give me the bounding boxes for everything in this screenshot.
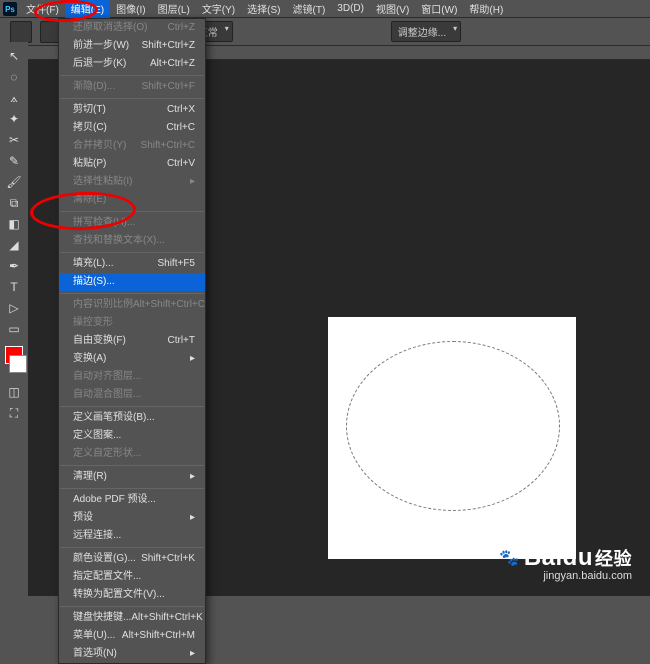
quickmask-icon[interactable]: ◫ <box>3 382 25 402</box>
refine-edge-button[interactable]: 调整边缘... <box>391 21 461 42</box>
menu-item: 清除(E) <box>59 191 205 209</box>
menu-layer[interactable]: 图层(L) <box>152 0 196 18</box>
lasso-tool-icon[interactable]: ⟑ <box>3 88 25 108</box>
marquee-tool-icon[interactable]: ◌ <box>3 67 25 87</box>
type-tool-icon[interactable]: T <box>3 277 25 297</box>
stamp-tool-icon[interactable]: ⧉ <box>3 193 25 213</box>
eyedropper-tool-icon[interactable]: ✎ <box>3 151 25 171</box>
shape-tool-icon[interactable]: ▭ <box>3 319 25 339</box>
watermark-jy: 经验 <box>595 549 632 569</box>
canvas[interactable] <box>328 317 576 559</box>
menu-item[interactable]: 自由变换(F)Ctrl+T <box>59 332 205 350</box>
menu-image[interactable]: 图像(I) <box>110 0 151 18</box>
menu-item[interactable]: 描边(S)... <box>59 273 205 291</box>
menu-item[interactable]: 预设▸ <box>59 509 205 527</box>
menu-item[interactable]: 菜单(U)...Alt+Shift+Ctrl+M <box>59 627 205 645</box>
elliptical-selection <box>346 341 560 511</box>
menu-file[interactable]: 文件(F) <box>20 0 65 18</box>
menu-filter[interactable]: 滤镜(T) <box>287 0 332 18</box>
menu-item[interactable]: 定义画笔预设(B)... <box>59 409 205 427</box>
menu-item[interactable]: 变换(A)▸ <box>59 350 205 368</box>
menu-item[interactable]: 首选项(N)▸ <box>59 645 205 663</box>
menu-item: 内容识别比例Alt+Shift+Ctrl+C <box>59 296 205 314</box>
background-color[interactable] <box>9 355 27 373</box>
menu-item[interactable]: 后退一步(K)Alt+Ctrl+Z <box>59 55 205 73</box>
menu-item: 合并拷贝(Y)Shift+Ctrl+C <box>59 137 205 155</box>
app-icon: Ps <box>3 2 17 16</box>
gradient-tool-icon[interactable]: ◢ <box>3 235 25 255</box>
menu-item[interactable]: 拷贝(C)Ctrl+C <box>59 119 205 137</box>
menu-item[interactable]: 粘贴(P)Ctrl+V <box>59 155 205 173</box>
menu-item[interactable]: 前进一步(W)Shift+Ctrl+Z <box>59 37 205 55</box>
brush-tool-icon[interactable]: 🖌 <box>3 172 25 192</box>
eraser-tool-icon[interactable]: ◧ <box>3 214 25 234</box>
menu-item[interactable]: 颜色设置(G)...Shift+Ctrl+K <box>59 550 205 568</box>
menu-type[interactable]: 文字(Y) <box>196 0 241 18</box>
pen-tool-icon[interactable]: ✒ <box>3 256 25 276</box>
menu-select[interactable]: 选择(S) <box>241 0 286 18</box>
menu-item: 自动混合图层... <box>59 386 205 404</box>
menu-item[interactable]: 定义图案... <box>59 427 205 445</box>
menu-item: 定义自定形状... <box>59 445 205 463</box>
path-tool-icon[interactable]: ▷ <box>3 298 25 318</box>
toolbox: ↖ ◌ ⟑ ✦ ✂ ✎ 🖌 ⧉ ◧ ◢ ✒ T ▷ ▭ ◫ ⛶ <box>0 42 28 423</box>
menu-item[interactable]: Adobe PDF 预设... <box>59 491 205 509</box>
menu-item[interactable]: 填充(L)...Shift+F5 <box>59 255 205 273</box>
menu-window[interactable]: 窗口(W) <box>415 0 463 18</box>
menu-item: 拼写检查(H)... <box>59 214 205 232</box>
watermark-brand: Baidu <box>524 544 593 571</box>
menu-edit[interactable]: 编辑(E) <box>65 0 110 18</box>
paw-icon: 🐾 <box>499 548 519 568</box>
menu-item[interactable]: 键盘快捷键...Alt+Shift+Ctrl+K <box>59 609 205 627</box>
screenmode-icon[interactable]: ⛶ <box>3 403 25 423</box>
menu-item: 选择性粘贴(I)▸ <box>59 173 205 191</box>
menu-item: 渐隐(D)...Shift+Ctrl+F <box>59 78 205 96</box>
menu-item: 还原取消选择(O)Ctrl+Z <box>59 19 205 37</box>
menu-item: 查找和替换文本(X)... <box>59 232 205 250</box>
menu-3d[interactable]: 3D(D) <box>331 1 370 16</box>
move-tool-icon[interactable]: ↖ <box>3 46 25 66</box>
menu-item[interactable]: 清理(R)▸ <box>59 468 205 486</box>
tool-preset-icon[interactable] <box>10 21 32 43</box>
menu-item: 操控变形 <box>59 314 205 332</box>
edit-menu-dropdown: 还原取消选择(O)Ctrl+Z前进一步(W)Shift+Ctrl+Z后退一步(K… <box>58 18 206 664</box>
menu-item[interactable]: 转换为配置文件(V)... <box>59 586 205 604</box>
menu-item: 自动对齐图层... <box>59 368 205 386</box>
menu-view[interactable]: 视图(V) <box>370 0 415 18</box>
menu-help[interactable]: 帮助(H) <box>463 0 509 18</box>
watermark: 🐾Baidu经验 jingyan.baidu.com <box>499 544 632 582</box>
menu-item[interactable]: 远程连接... <box>59 527 205 545</box>
menu-bar: 文件(F) 编辑(E) 图像(I) 图层(L) 文字(Y) 选择(S) 滤镜(T… <box>0 0 650 18</box>
wand-tool-icon[interactable]: ✦ <box>3 109 25 129</box>
menu-item[interactable]: 指定配置文件... <box>59 568 205 586</box>
menu-item[interactable]: 剪切(T)Ctrl+X <box>59 101 205 119</box>
crop-tool-icon[interactable]: ✂ <box>3 130 25 150</box>
